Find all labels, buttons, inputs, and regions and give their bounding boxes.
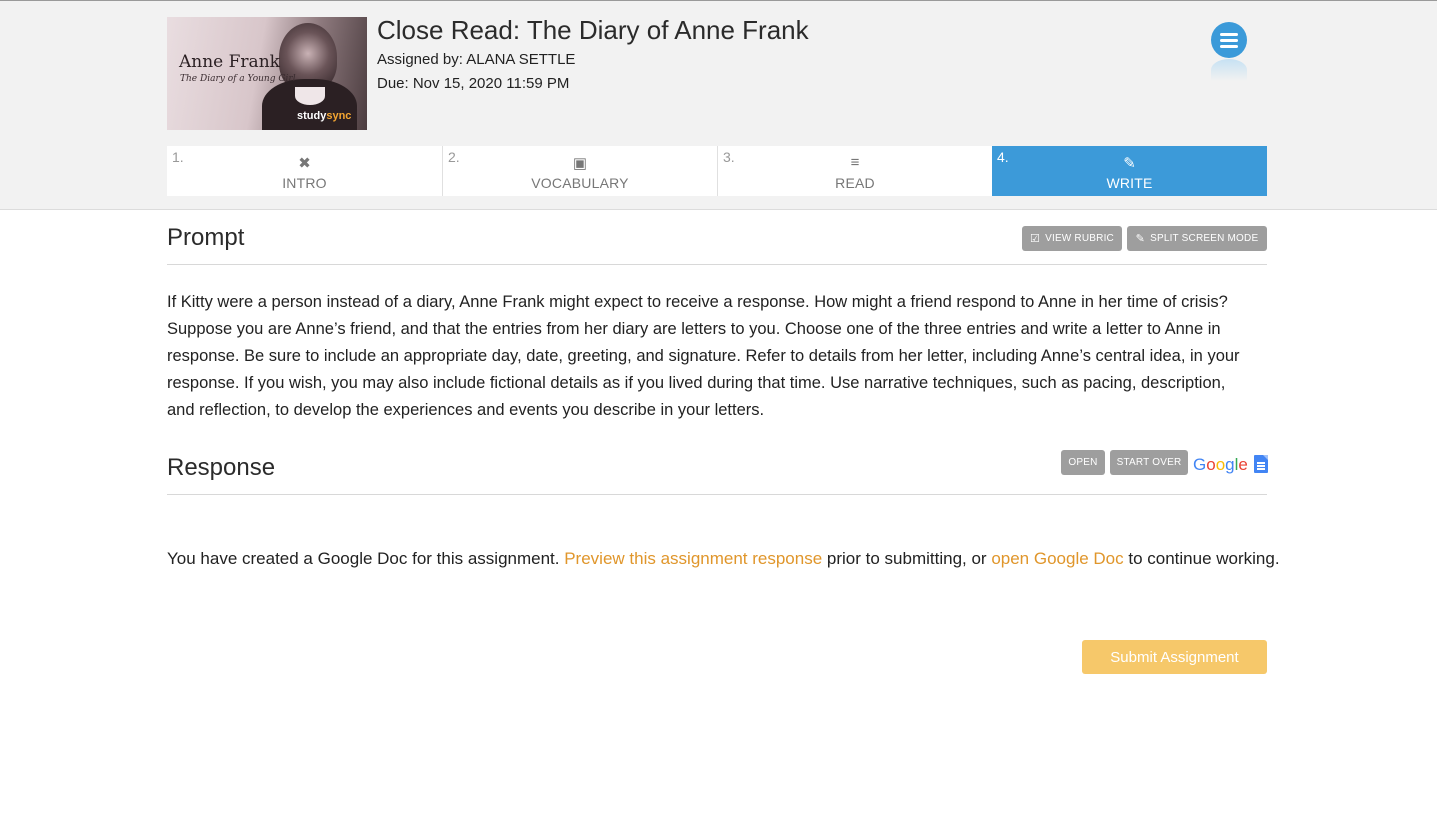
- tab-vocabulary[interactable]: 2. ▣ VOCABULARY: [442, 146, 717, 196]
- view-rubric-button[interactable]: ☑ VIEW RUBRIC: [1022, 226, 1122, 251]
- google-doc-notice: You have created a Google Doc for this a…: [167, 549, 1280, 568]
- menu-button-reflection: [1211, 59, 1247, 81]
- assignment-header: Anne Frank The Diary of a Young Girl stu…: [0, 0, 1437, 210]
- vocabulary-icon: ▣: [572, 155, 588, 172]
- cover-subtitle: The Diary of a Young Girl: [180, 74, 296, 84]
- cover-title: Anne Frank: [179, 52, 280, 72]
- tab-label: READ: [835, 175, 875, 191]
- assigned-by: Assigned by: ALANA SETTLE: [377, 51, 576, 68]
- intro-icon: ✖: [298, 155, 311, 172]
- response-heading: Response: [167, 454, 276, 481]
- prompt-divider: [167, 264, 1267, 265]
- due-date: Due: Nov 15, 2020 11:59 PM: [377, 75, 570, 92]
- checkbox-icon: ☑: [1030, 233, 1041, 245]
- studysync-logo: studysync: [297, 110, 352, 122]
- response-divider: [167, 494, 1267, 495]
- open-label: OPEN: [1068, 457, 1098, 468]
- prompt-heading: Prompt: [167, 224, 245, 251]
- view-rubric-label: VIEW RUBRIC: [1045, 233, 1114, 244]
- hamburger-menu-icon[interactable]: [1211, 22, 1247, 58]
- split-screen-label: SPLIT SCREEN MODE: [1150, 233, 1259, 244]
- list-icon: ≡: [850, 154, 860, 171]
- tab-label: VOCABULARY: [531, 175, 629, 191]
- open-google-doc-link[interactable]: open Google Doc: [991, 549, 1123, 568]
- tab-intro[interactable]: 1. ✖ INTRO: [167, 146, 442, 196]
- pencil-icon: ✎: [1135, 233, 1146, 245]
- start-over-label: START OVER: [1116, 457, 1182, 468]
- preview-response-link[interactable]: Preview this assignment response: [564, 549, 822, 568]
- prompt-text: If Kitty were a person instead of a diar…: [167, 293, 1240, 419]
- tab-label: INTRO: [282, 175, 327, 191]
- tab-label: WRITE: [1106, 175, 1153, 191]
- pencil-icon: ✎: [1123, 155, 1136, 172]
- open-button[interactable]: OPEN: [1061, 450, 1105, 475]
- assignment-title: Close Read: The Diary of Anne Frank: [377, 15, 809, 45]
- start-over-button[interactable]: START OVER: [1110, 450, 1188, 475]
- tab-write[interactable]: 4. ✎ WRITE: [992, 146, 1267, 196]
- submit-assignment-button[interactable]: Submit Assignment: [1082, 640, 1267, 674]
- google-wordmark: Google: [1193, 455, 1248, 474]
- assignment-steps-tabs: 1. ✖ INTRO 2. ▣ VOCABULARY 3. ≡ READ 4. …: [167, 146, 1267, 196]
- google-docs-logo: Google: [1193, 454, 1268, 478]
- tab-read[interactable]: 3. ≡ READ: [717, 146, 992, 196]
- portrait-collar: [295, 87, 325, 105]
- google-docs-icon: [1254, 455, 1268, 473]
- book-cover-image: Anne Frank The Diary of a Young Girl stu…: [167, 17, 367, 130]
- split-screen-button[interactable]: ✎ SPLIT SCREEN MODE: [1127, 226, 1267, 251]
